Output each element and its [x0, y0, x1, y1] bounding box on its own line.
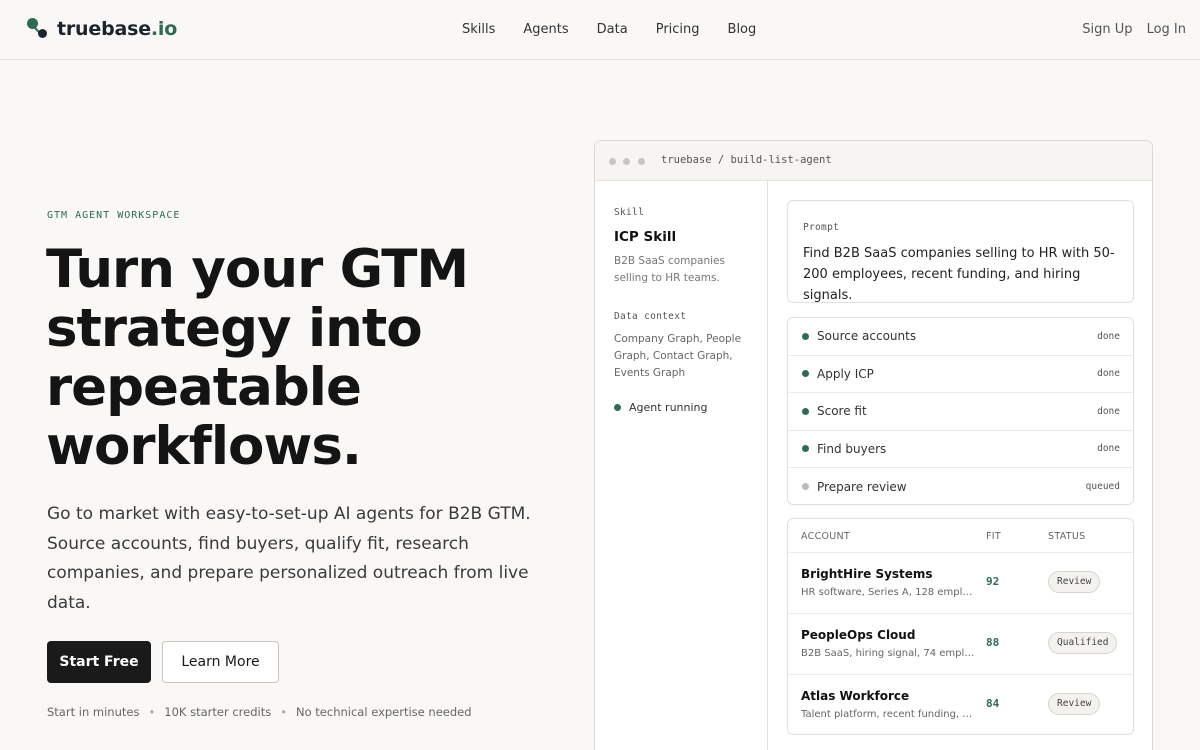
step-dot-icon: [802, 370, 809, 378]
account-description: Talent platform, recent funding, 1...: [801, 709, 976, 720]
nav-link-data[interactable]: Data: [597, 22, 628, 37]
logo-text: truebase.io: [57, 18, 178, 40]
account-name: Atlas Workforce: [801, 689, 910, 703]
skill-label: Skill: [614, 207, 645, 218]
status-badge: Review: [1048, 693, 1101, 715]
table-row[interactable]: PeopleOps Cloud B2B SaaS, hiring signal,…: [788, 614, 1133, 675]
fact-item: Start in minutes: [47, 705, 140, 719]
status-dot-icon: [614, 404, 621, 411]
learn-more-button[interactable]: Learn More: [162, 641, 279, 683]
step-dot-icon: [802, 483, 809, 491]
skill-description: B2B SaaS companies selling to HR teams.: [614, 255, 725, 284]
column-header-status: STATUS: [1048, 531, 1086, 542]
separator-dot: •: [148, 705, 156, 719]
hero-facts: Start in minutes • 10K starter credits •…: [47, 705, 472, 719]
panel-path: truebase / build-list-agent: [661, 154, 832, 166]
step-row: Prepare review queued: [788, 468, 1133, 506]
steps-card: Source accounts done Apply ICP done Scor…: [787, 317, 1134, 505]
step-row: Apply ICP done: [788, 356, 1133, 393]
account-description: B2B SaaS, hiring signal, 74 emplo...: [801, 648, 976, 659]
step-name: Source accounts: [817, 329, 917, 344]
prompt-label: Prompt: [803, 222, 840, 233]
account-name: PeopleOps Cloud: [801, 628, 916, 642]
account-name: BrightHire Systems: [801, 567, 933, 581]
login-link[interactable]: Log In: [1147, 22, 1186, 37]
window-dot-icon: [609, 158, 616, 165]
hero-eyebrow: GTM AGENT WORKSPACE: [47, 210, 181, 221]
step-dot-icon: [802, 332, 809, 340]
status-badge: Qualified: [1048, 632, 1118, 654]
step-status: done: [1097, 368, 1120, 380]
panel-sidebar: Skill ICP Skill B2B SaaS companies selli…: [595, 181, 768, 750]
prompt-text: Find B2B SaaS companies selling to HR wi…: [803, 246, 1115, 303]
table-header: ACCOUNT FIT STATUS: [788, 519, 1133, 553]
agent-panel: truebase / build-list-agent Skill ICP Sk…: [594, 140, 1153, 750]
status-badge: Review: [1048, 571, 1101, 593]
data-context: Company Graph, People Graph, Contact Gra…: [614, 333, 742, 379]
nav-link-skills[interactable]: Skills: [462, 22, 495, 37]
step-status: done: [1097, 330, 1120, 342]
prompt-card: Prompt Find B2B SaaS companies selling t…: [787, 200, 1134, 303]
step-row: Find buyers done: [788, 431, 1133, 468]
fact-item: No technical expertise needed: [296, 705, 472, 719]
fit-score: 84: [986, 697, 1000, 710]
separator-dot: •: [280, 705, 287, 719]
nav-link-blog[interactable]: Blog: [728, 22, 757, 37]
step-status: done: [1097, 443, 1120, 455]
nav-link-agents[interactable]: Agents: [523, 22, 568, 37]
account-description: HR software, Series A, 128 emplo...: [801, 587, 976, 598]
step-row: Source accounts done: [788, 318, 1133, 356]
table-row[interactable]: BrightHire Systems HR software, Series A…: [788, 553, 1133, 614]
window-dot-icon: [638, 158, 645, 165]
top-nav: truebase.io Skills Agents Data Pricing B…: [0, 0, 1200, 60]
hero-headline: Turn your GTM strategy into repeatable w…: [46, 239, 469, 477]
logo[interactable]: truebase.io: [27, 18, 177, 40]
window-dot-icon: [623, 158, 630, 165]
fit-score: 92: [986, 575, 1000, 588]
step-name: Apply ICP: [817, 366, 874, 381]
fact-item: 10K starter credits: [164, 705, 272, 719]
panel-titlebar: truebase / build-list-agent: [595, 141, 1152, 181]
auth-links: Sign Up Log In: [1082, 22, 1186, 37]
step-name: Prepare review: [817, 479, 907, 494]
data-context-label: Data context: [614, 311, 687, 322]
step-dot-icon: [802, 407, 809, 415]
step-row: Score fit done: [788, 393, 1133, 431]
agent-status: Agent running: [614, 401, 708, 414]
panel-main: Prompt Find B2B SaaS companies selling t…: [769, 181, 1152, 750]
step-dot-icon: [802, 445, 809, 453]
fit-score: 88: [986, 636, 1000, 649]
step-status: queued: [1085, 481, 1120, 493]
logo-icon: [27, 18, 49, 40]
nav-links: Skills Agents Data Pricing Blog: [462, 22, 756, 37]
skill-name[interactable]: ICP Skill: [614, 229, 676, 245]
hero-subtext: Go to market with easy-to-set-up AI agen…: [47, 504, 531, 613]
step-status: done: [1097, 405, 1120, 417]
agent-status-label: Agent running: [629, 401, 708, 414]
nav-link-pricing[interactable]: Pricing: [656, 22, 700, 37]
accounts-table: ACCOUNT FIT STATUS BrightHire Systems HR…: [787, 518, 1134, 735]
start-free-button[interactable]: Start Free: [47, 641, 151, 683]
table-row[interactable]: Atlas Workforce Talent platform, recent …: [788, 675, 1133, 736]
column-header-fit: FIT: [986, 531, 1001, 542]
column-header-account: ACCOUNT: [801, 531, 851, 542]
signup-link[interactable]: Sign Up: [1082, 22, 1132, 37]
step-name: Score fit: [817, 404, 867, 419]
step-name: Find buyers: [817, 441, 887, 456]
